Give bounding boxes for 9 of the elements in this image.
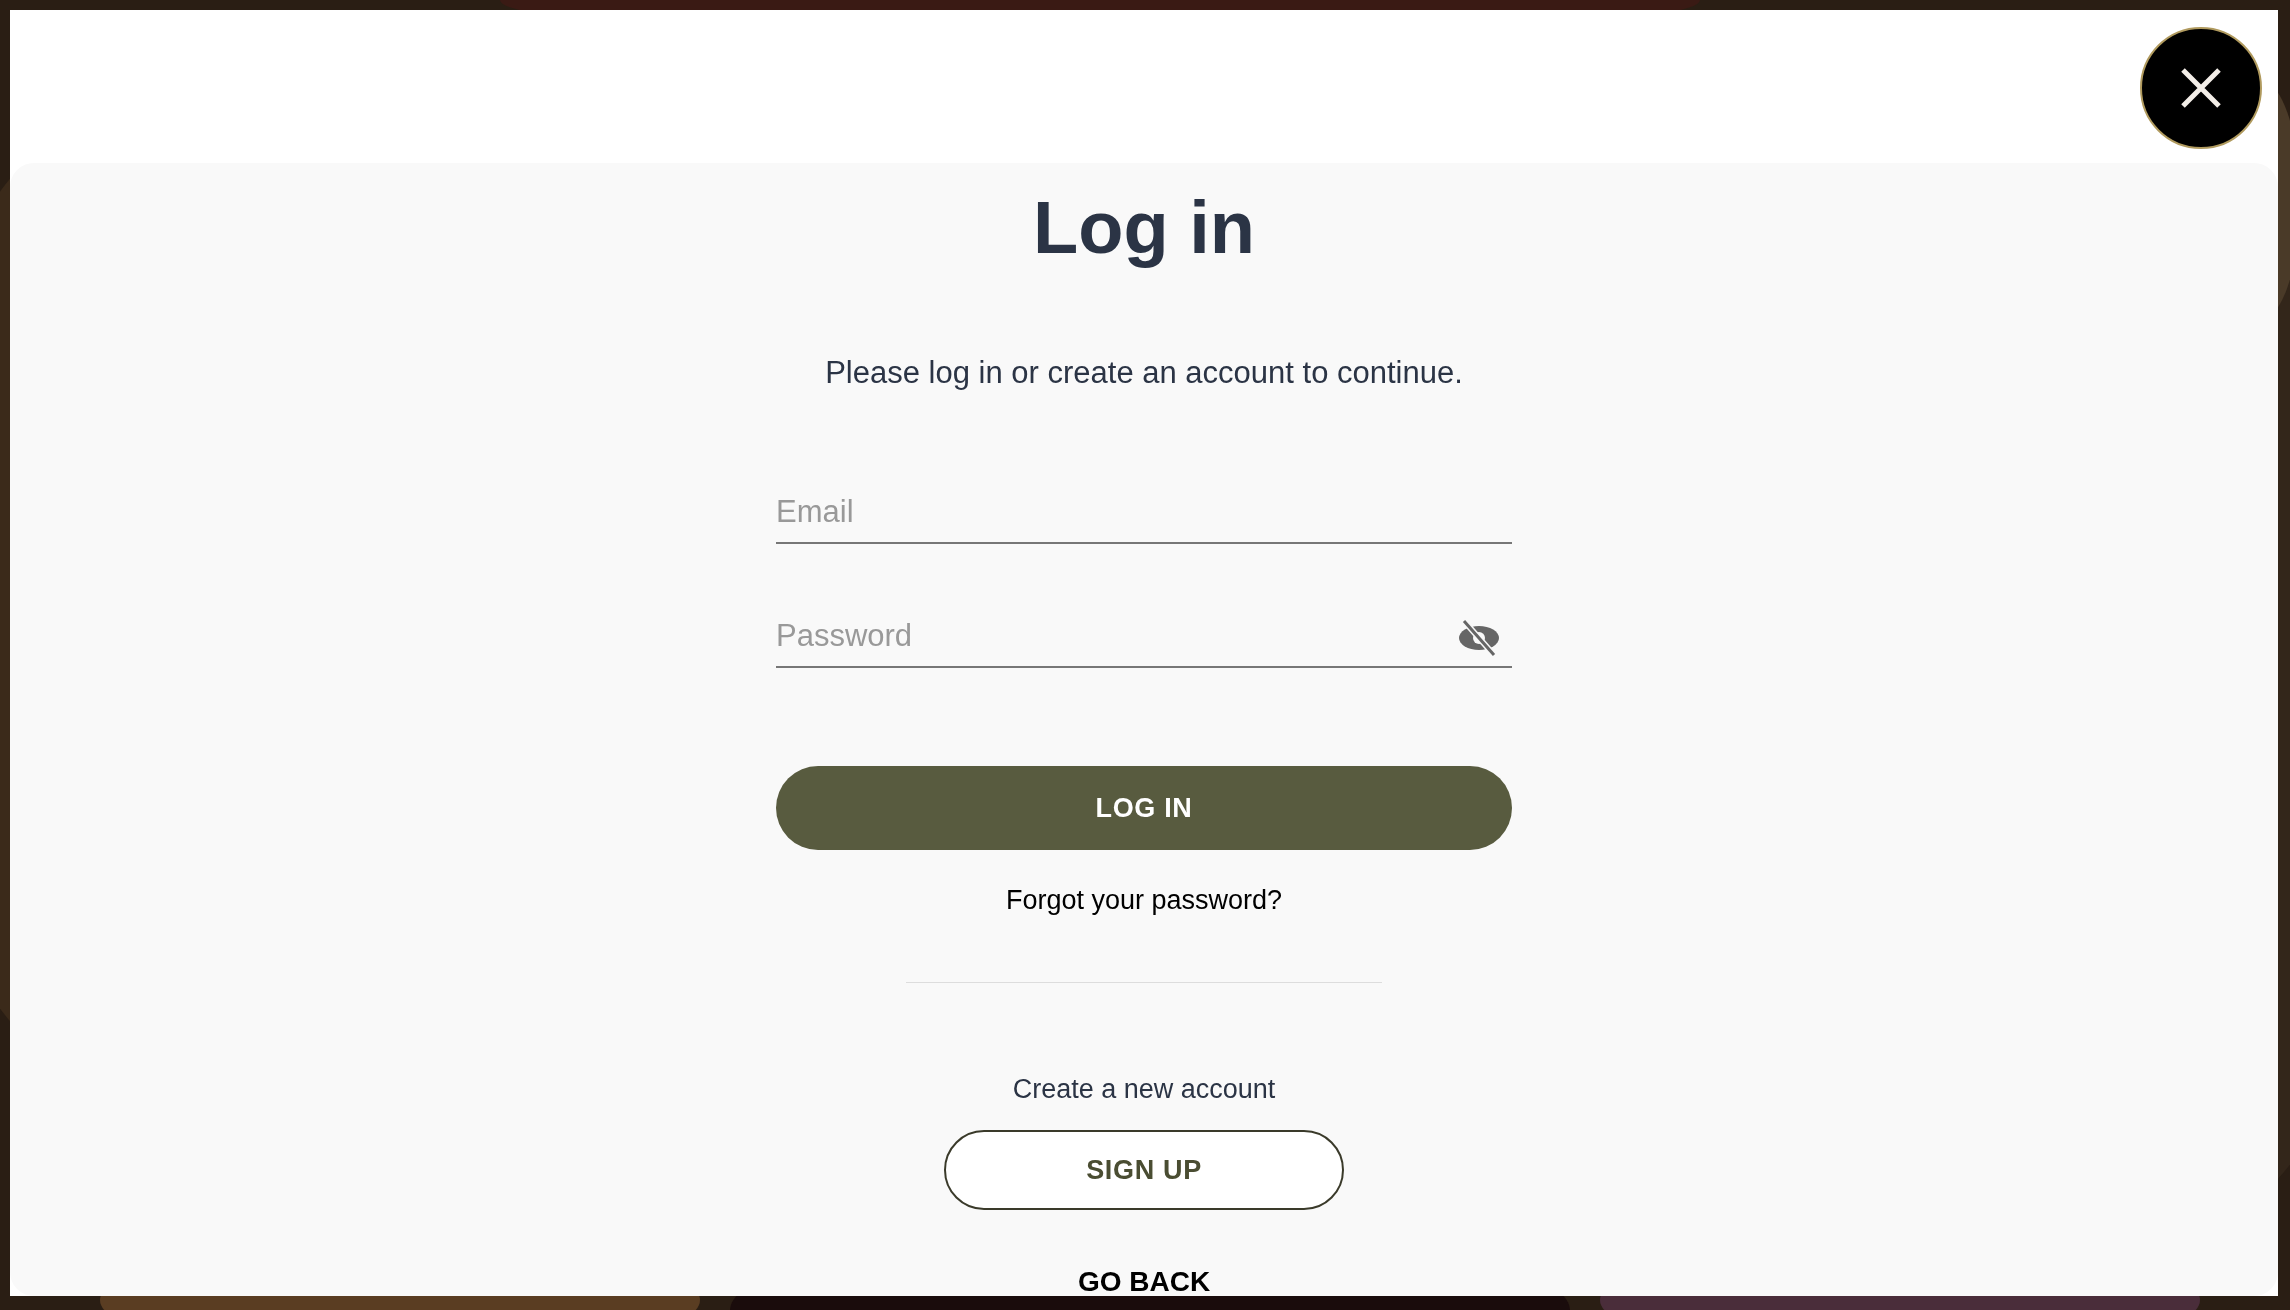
forgot-password-link[interactable]: Forgot your password? — [1005, 879, 1283, 921]
go-back-link[interactable]: GO BACK — [1077, 1268, 1211, 1296]
create-account-label: Create a new account — [1012, 1073, 1276, 1107]
subtitle: Please log in or create an account to continue. — [825, 357, 1463, 388]
login-button[interactable]: LOG IN — [776, 766, 1512, 850]
close-icon — [2180, 67, 2222, 109]
email-field[interactable]: Email — [776, 482, 1512, 544]
signup-button[interactable]: SIGN UP — [944, 1129, 1344, 1210]
eye-slash-icon[interactable] — [1456, 618, 1502, 658]
